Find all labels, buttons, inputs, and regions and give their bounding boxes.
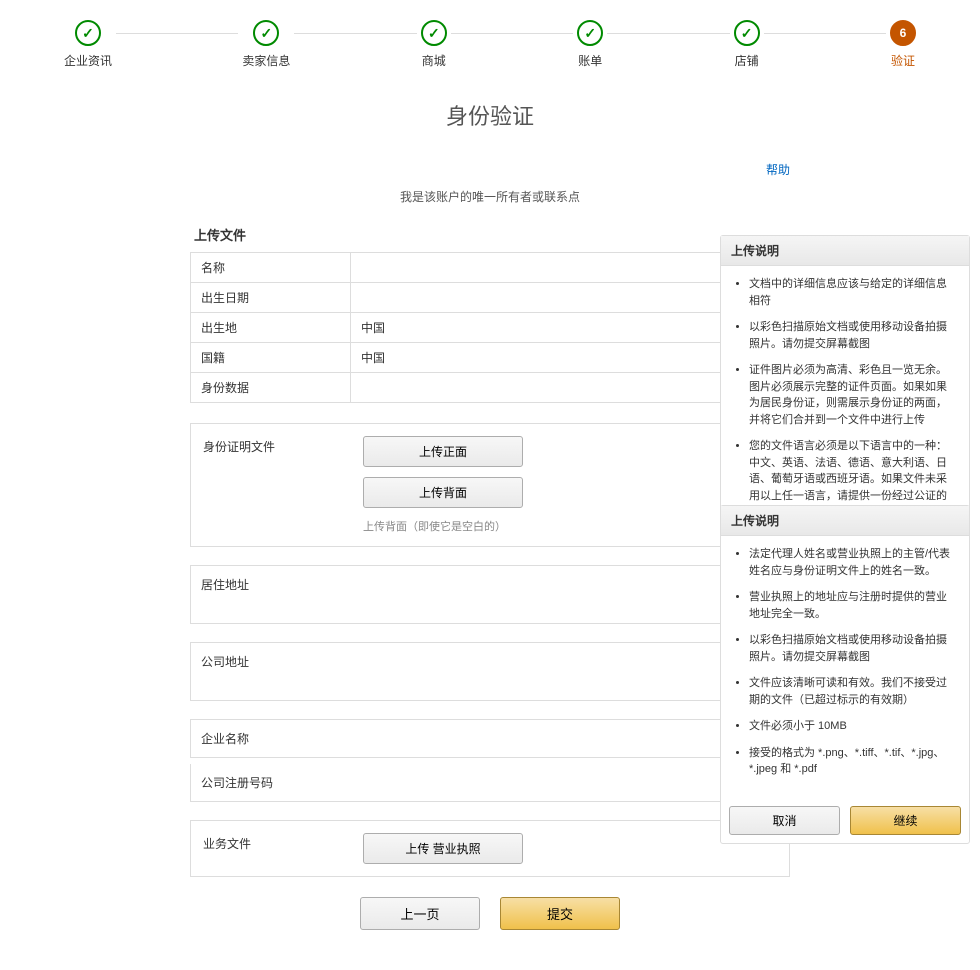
panel-title: 上传说明 (721, 506, 969, 536)
upload-instructions-panel-2: 上传说明 法定代理人姓名或营业执照上的主管/代表姓名应与身份证明文件上的姓名一致… (720, 505, 970, 844)
list-item: 文件必须小于 10MB (749, 718, 957, 735)
table-row: 身份数据 (191, 373, 790, 403)
company-name-row: 企业名称 (190, 719, 790, 758)
birthplace-label: 出生地 (191, 313, 351, 343)
step-verification: 6 验证 (886, 20, 920, 69)
iddata-label: 身份数据 (191, 373, 351, 403)
list-item: 证件图片必须为高清、彩色且一览无余。图片必须展示完整的证件页面。如果如果为居民身… (749, 362, 957, 428)
company-address-label: 公司地址 (201, 653, 361, 670)
id-doc-label: 身份证明文件 (203, 436, 363, 534)
company-name-label: 企业名称 (201, 730, 361, 747)
check-icon: ✓ (734, 20, 760, 46)
previous-button[interactable]: 上一页 (360, 897, 480, 930)
id-document-upload: 身份证明文件 上传正面 上传背面 上传背面（即使它是空白的） (190, 423, 790, 547)
table-row: 出生日期 (191, 283, 790, 313)
list-item: 文档中的详细信息应该与给定的详细信息相符 (749, 276, 957, 309)
company-address-row: 公司地址 (190, 642, 790, 701)
business-doc-upload: 业务文件 上传 营业执照 (190, 820, 790, 877)
page-title: 身份验证 (190, 99, 790, 131)
upload-back-note: 上传背面（即使它是空白的） (363, 518, 506, 534)
main-content: 身份验证 帮助 我是该账户的唯一所有者或联系点 上传文件 名称 出生日期 出生地… (190, 99, 790, 970)
step-seller-info: ✓ 卖家信息 (238, 20, 294, 69)
company-regnum-label: 公司注册号码 (201, 774, 361, 791)
list-item: 营业执照上的地址应与注册时提供的营业地址完全一致。 (749, 589, 957, 622)
check-icon: ✓ (421, 20, 447, 46)
submit-button[interactable]: 提交 (500, 897, 620, 930)
list-item: 接受的格式为 *.png、*.tiff、*.tif、*.jpg、*.jpeg 和… (749, 745, 957, 778)
panel-title: 上传说明 (721, 236, 969, 266)
progress-stepper: ✓ 企业资讯 ✓ 卖家信息 ✓ 商城 ✓ 账单 ✓ 店铺 6 验证 (0, 0, 980, 79)
dob-label: 出生日期 (191, 283, 351, 313)
help-container: 帮助 (190, 161, 790, 178)
info-table: 名称 出生日期 出生地 中国 国籍 中国 身份数据 (190, 252, 790, 403)
list-item: 以彩色扫描原始文档或使用移动设备拍摄照片。请勿提交屏幕截图 (749, 632, 957, 665)
residence-label: 居住地址 (201, 576, 361, 593)
name-label: 名称 (191, 253, 351, 283)
list-item: 以彩色扫描原始文档或使用移动设备拍摄照片。请勿提交屏幕截图 (749, 319, 957, 352)
check-icon: ✓ (577, 20, 603, 46)
step-label: 账单 (578, 52, 602, 69)
subtitle: 我是该账户的唯一所有者或联系点 (190, 188, 790, 205)
step-label: 店铺 (735, 52, 759, 69)
table-row: 出生地 中国 (191, 313, 790, 343)
company-regnum-row: 公司注册号码 (190, 764, 790, 802)
step-label: 商城 (422, 52, 446, 69)
list-item: 文件应该清晰可读和有效。我们不接受过期的文件（已超过标示的有效期） (749, 675, 957, 708)
nationality-label: 国籍 (191, 343, 351, 373)
upload-business-license-button[interactable]: 上传 营业执照 (363, 833, 523, 864)
check-icon: ✓ (253, 20, 279, 46)
bizdoc-label: 业务文件 (203, 833, 363, 864)
instructions-list: 法定代理人姓名或营业执照上的主管/代表姓名应与身份证明文件上的姓名一致。 营业执… (733, 546, 957, 778)
step-marketplace: ✓ 商城 (417, 20, 451, 69)
step-label: 企业资讯 (64, 52, 112, 69)
step-store: ✓ 店铺 (730, 20, 764, 69)
step-label: 卖家信息 (242, 52, 290, 69)
step-billing: ✓ 账单 (573, 20, 607, 69)
continue-button[interactable]: 继续 (850, 806, 961, 835)
cancel-button[interactable]: 取消 (729, 806, 840, 835)
nav-buttons: 上一页 提交 (190, 897, 790, 930)
table-row: 名称 (191, 253, 790, 283)
residence-address-row: 居住地址 (190, 565, 790, 624)
step-number-icon: 6 (890, 20, 916, 46)
upload-section-label: 上传文件 (194, 225, 790, 244)
upload-front-button[interactable]: 上传正面 (363, 436, 523, 467)
help-link[interactable]: 帮助 (766, 163, 790, 177)
upload-back-button[interactable]: 上传背面 (363, 477, 523, 508)
check-icon: ✓ (75, 20, 101, 46)
list-item: 法定代理人姓名或营业执照上的主管/代表姓名应与身份证明文件上的姓名一致。 (749, 546, 957, 579)
step-label: 验证 (891, 52, 915, 69)
step-company-info: ✓ 企业资讯 (60, 20, 116, 69)
table-row: 国籍 中国 (191, 343, 790, 373)
